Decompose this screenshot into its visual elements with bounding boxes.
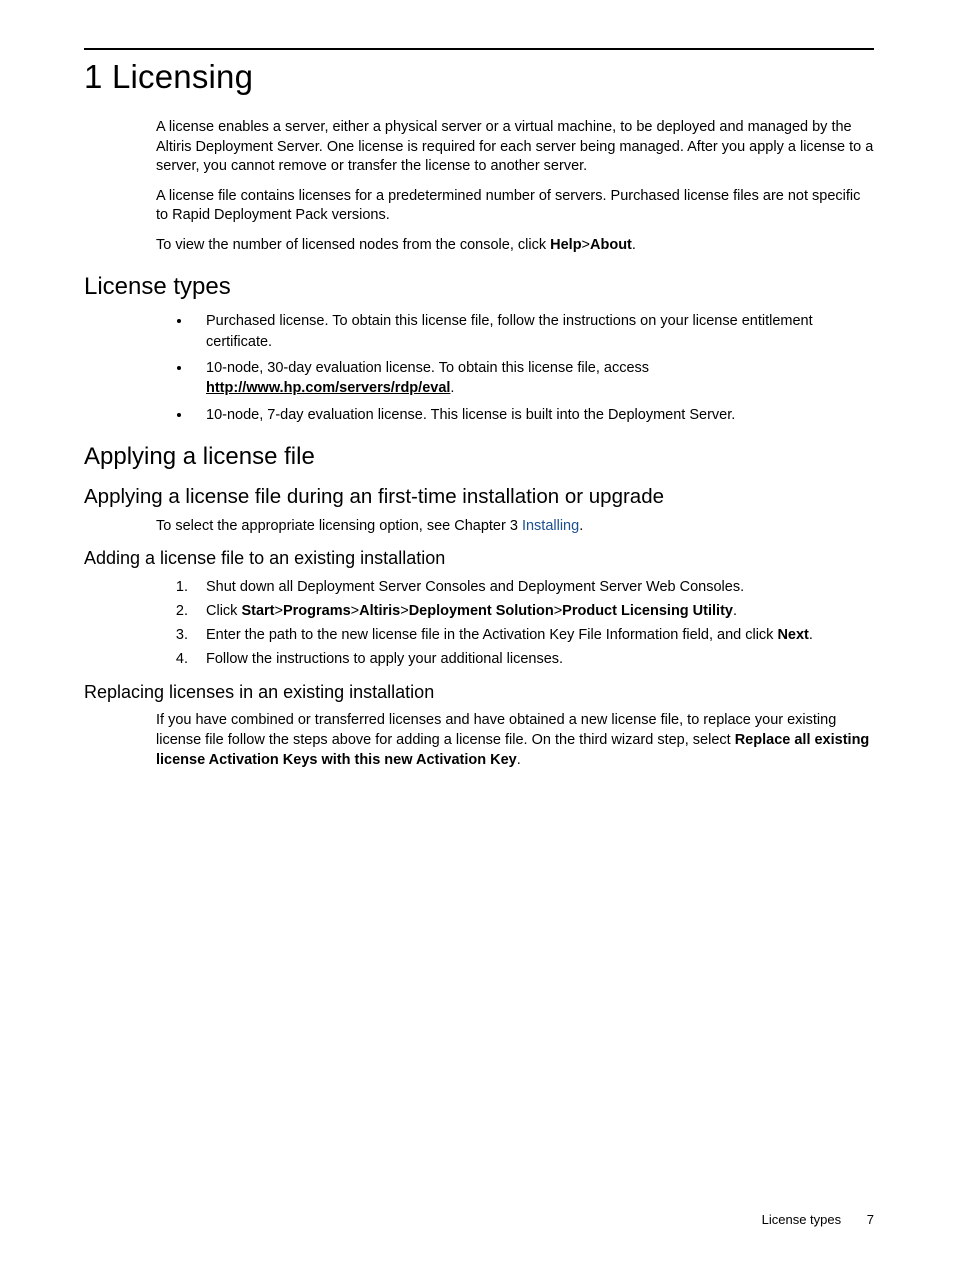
- applying-heading: Applying a license file: [84, 443, 874, 471]
- page-footer: License types 7: [762, 1212, 874, 1227]
- first-time-p: To select the appropriate licensing opti…: [156, 517, 874, 537]
- lt-item3: 10-node, 7-day evaluation license. This …: [206, 407, 735, 423]
- s3-post: .: [809, 627, 813, 643]
- lt-item2-pre: 10-node, 30-day evaluation license. To o…: [206, 360, 649, 376]
- gt: >: [275, 603, 283, 619]
- help-label: Help: [550, 237, 581, 253]
- about-label: About: [590, 237, 632, 253]
- chapter-title: Licensing: [112, 58, 253, 95]
- eval-link[interactable]: http://www.hp.com/servers/rdp/eval: [206, 380, 450, 396]
- replacing-body: If you have combined or transferred lice…: [156, 711, 874, 770]
- intro-p3-pre: To view the number of licensed nodes fro…: [156, 237, 550, 253]
- first-time-heading: Applying a license file during an first-…: [84, 485, 874, 509]
- installing-xref[interactable]: Installing: [522, 518, 579, 534]
- intro-p2: A license file contains licenses for a p…: [156, 187, 874, 226]
- gt: >: [582, 237, 590, 253]
- footer-section: License types: [762, 1212, 842, 1227]
- gt: >: [554, 603, 562, 619]
- list-item: 10-node, 7-day evaluation license. This …: [192, 405, 874, 425]
- start-label: Start: [241, 603, 274, 619]
- programs-label: Programs: [283, 603, 351, 619]
- gt: >: [400, 603, 408, 619]
- step4: Follow the instructions to apply your ad…: [206, 651, 563, 667]
- ft-pre: To select the appropriate licensing opti…: [156, 518, 522, 534]
- page: 1 Licensing A license enables a server, …: [0, 0, 954, 1271]
- top-rule: [84, 48, 874, 50]
- adding-steps: Shut down all Deployment Server Consoles…: [84, 577, 874, 670]
- lt-item2-post: .: [450, 380, 454, 396]
- intro-p3-post: .: [632, 237, 636, 253]
- list-item: 10-node, 30-day evaluation license. To o…: [192, 358, 874, 399]
- list-item: Click Start>Programs>Altiris>Deployment …: [192, 601, 874, 622]
- s3-pre: Enter the path to the new license file i…: [206, 627, 777, 643]
- license-types-list: Purchased license. To obtain this licens…: [84, 311, 874, 424]
- step1: Shut down all Deployment Server Consoles…: [206, 579, 744, 595]
- rp-post: .: [517, 752, 521, 768]
- replacing-p: If you have combined or transferred lice…: [156, 711, 874, 770]
- list-item: Purchased license. To obtain this licens…: [192, 311, 874, 352]
- ds-label: Deployment Solution: [409, 603, 554, 619]
- chapter-number: 1: [84, 58, 103, 95]
- chapter-heading: 1 Licensing: [84, 58, 874, 96]
- adding-heading: Adding a license file to an existing ins…: [84, 548, 874, 569]
- intro-p3: To view the number of licensed nodes fro…: [156, 236, 874, 256]
- list-item: Enter the path to the new license file i…: [192, 625, 874, 646]
- list-item: Shut down all Deployment Server Consoles…: [192, 577, 874, 598]
- license-types-heading: License types: [84, 273, 874, 301]
- gt: >: [351, 603, 359, 619]
- list-item: Follow the instructions to apply your ad…: [192, 649, 874, 670]
- page-number: 7: [867, 1212, 874, 1227]
- first-time-body: To select the appropriate licensing opti…: [156, 517, 874, 537]
- intro-p1: A license enables a server, either a phy…: [156, 118, 874, 177]
- lt-item1: Purchased license. To obtain this licens…: [206, 313, 813, 349]
- replacing-heading: Replacing licenses in an existing instal…: [84, 682, 874, 703]
- altiris-label: Altiris: [359, 603, 400, 619]
- ft-post: .: [579, 518, 583, 534]
- s2-post: .: [733, 603, 737, 619]
- intro-block: A license enables a server, either a phy…: [156, 118, 874, 255]
- s2-pre: Click: [206, 603, 241, 619]
- plu-label: Product Licensing Utility: [562, 603, 733, 619]
- next-label: Next: [777, 627, 808, 643]
